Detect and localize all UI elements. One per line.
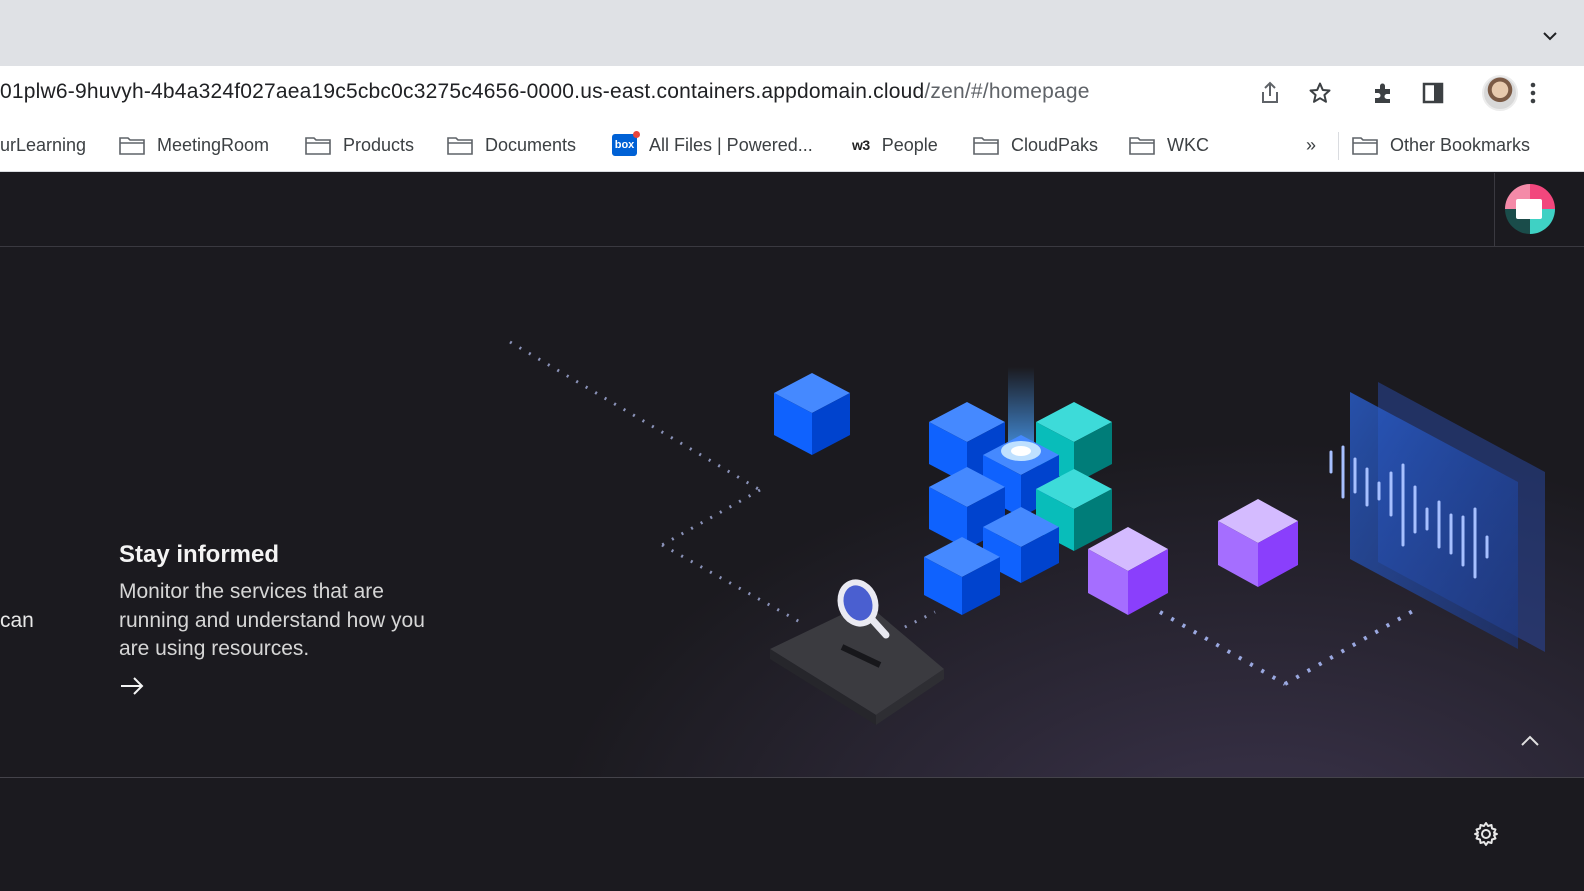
other-bookmarks-label: Other Bookmarks [1390, 134, 1531, 155]
extensions-icon[interactable] [1368, 78, 1398, 108]
hero-illustration [509, 340, 1545, 725]
box-icon: box [612, 131, 640, 156]
bookmarks-bar: urLearning MeetingRoom Products Document… [0, 120, 1584, 172]
user-avatar[interactable] [1505, 184, 1555, 234]
side-panel-icon[interactable] [1418, 78, 1448, 108]
folder-icon [973, 136, 999, 155]
folder-icon [1129, 136, 1155, 155]
url-path: /zen/#/homepage [924, 80, 1090, 103]
bookmark-label: Documents [485, 134, 577, 155]
folder-icon [119, 136, 145, 155]
folder-icon [1352, 136, 1378, 155]
bookmark-documents[interactable]: Documents [447, 132, 576, 158]
folder-icon [447, 136, 473, 155]
chevron-down-icon[interactable] [1542, 28, 1558, 44]
star-icon[interactable] [1305, 78, 1335, 108]
audio-panel [1329, 382, 1545, 652]
bookmark-label: CloudPaks [1011, 134, 1099, 155]
previous-card-fragment: can [0, 609, 34, 632]
card-description: Monitor the services that are running an… [119, 580, 425, 660]
bookmark-meetingroom[interactable]: MeetingRoom [119, 132, 269, 158]
arrow-right-icon[interactable] [119, 675, 145, 697]
gear-icon[interactable] [1472, 820, 1500, 848]
bookmarks-divider [1338, 132, 1339, 160]
bookmark-people[interactable]: w3 People [852, 132, 938, 158]
bookmark-label: MeetingRoom [157, 134, 270, 155]
share-icon[interactable] [1255, 78, 1285, 108]
bookmark-label: All Files | Powered... [649, 134, 813, 155]
folder-icon [305, 136, 331, 155]
bookmark-products[interactable]: Products [305, 132, 414, 158]
more-menu-icon[interactable] [1518, 78, 1548, 108]
overflow-label: » [1306, 134, 1317, 155]
cube-purple-1 [1088, 527, 1168, 615]
header-divider [1494, 173, 1495, 246]
url-field[interactable]: 01plw6-9huvyh-4b4a324f027aea19c5cbc0c327… [0, 80, 1090, 104]
bookmark-label: WKC [1167, 134, 1209, 155]
cube-purple-2 [1218, 499, 1298, 587]
app-header [0, 173, 1584, 247]
hero-carousel: can Stay informed Monitor the services t… [0, 247, 1584, 778]
browser-tabstrip [0, 0, 1584, 66]
bookmark-label: People [881, 134, 938, 155]
cube-blue-single [774, 373, 850, 455]
w3-icon: w3 [852, 137, 870, 153]
other-bookmarks[interactable]: Other Bookmarks [1352, 132, 1530, 158]
app-footer [0, 778, 1584, 891]
url-host: 01plw6-9huvyh-4b4a324f027aea19c5cbc0c327… [0, 80, 925, 103]
chevron-up-icon[interactable] [1516, 729, 1544, 753]
bookmarks-overflow-button[interactable]: » [1306, 132, 1316, 158]
bookmark-label: Products [343, 134, 415, 155]
bookmark-urlearning[interactable]: urLearning [0, 132, 86, 158]
bookmark-label: urLearning [0, 134, 87, 155]
card-title: Stay informed [119, 541, 280, 568]
bookmark-wkc[interactable]: WKC [1129, 132, 1209, 158]
address-bar: 01plw6-9huvyh-4b4a324f027aea19c5cbc0c327… [0, 66, 1584, 120]
bookmark-cloudpaks[interactable]: CloudPaks [973, 132, 1098, 158]
bookmark-all-files[interactable]: box All Files | Powered... [612, 131, 813, 158]
browser-profile-avatar[interactable] [1482, 75, 1518, 111]
